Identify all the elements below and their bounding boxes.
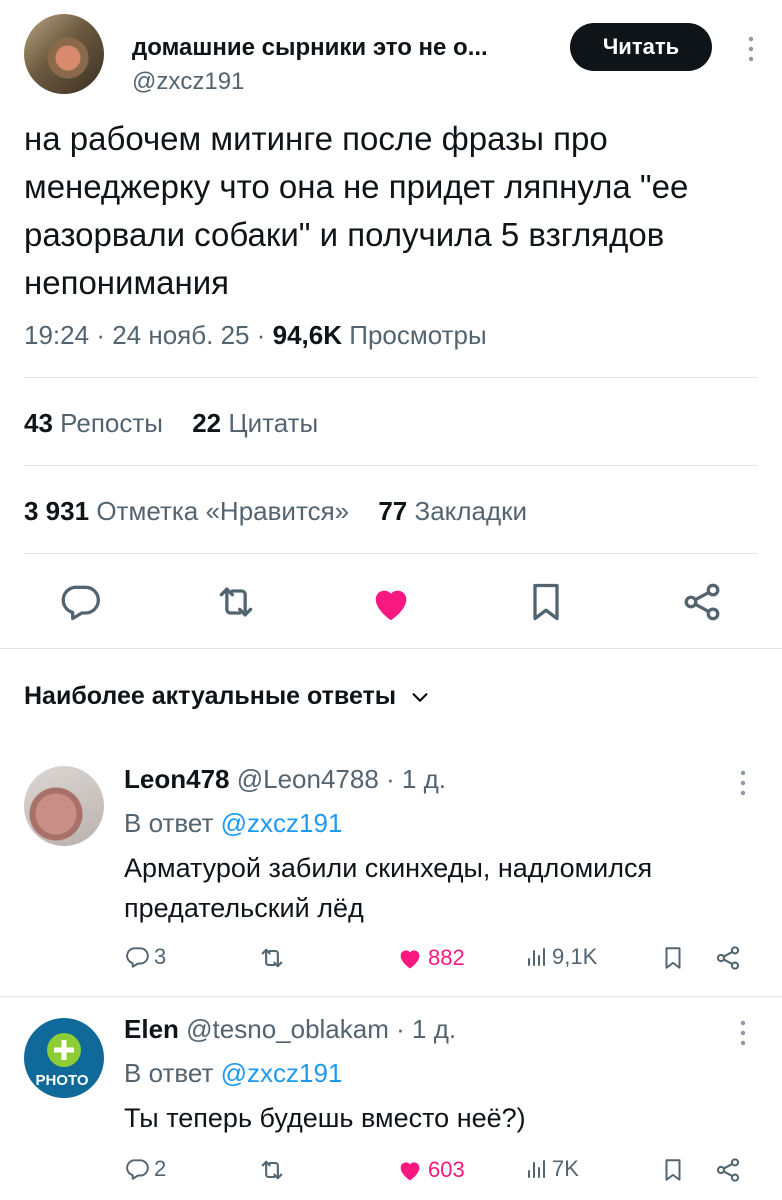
heart-icon[interactable] xyxy=(368,580,414,626)
reposts-label: Репосты xyxy=(60,408,163,438)
reply-icon[interactable] xyxy=(58,580,102,624)
author-handle[interactable]: @zxcz191 xyxy=(132,68,244,96)
share-icon[interactable] xyxy=(680,580,724,624)
views-count: 94,6K xyxy=(272,320,343,350)
reply-header: Elen @tesno_oblakam · 1 д. xyxy=(124,1014,456,1045)
reply-like-button[interactable]: 603 xyxy=(396,1156,465,1184)
quotes-label: Цитаты xyxy=(228,408,319,438)
replies-sort-label: Наиболее актуальные ответы xyxy=(24,682,397,710)
more-options-icon[interactable] xyxy=(736,768,750,798)
reply-reply-button[interactable]: 3 xyxy=(124,944,166,970)
share-icon[interactable] xyxy=(714,1156,742,1184)
more-options-icon[interactable] xyxy=(736,1018,750,1048)
likes-label: Отметка «Нравится» xyxy=(96,496,350,526)
replies-sort-dropdown[interactable]: Наиболее актуальные ответы xyxy=(24,682,431,711)
reply-icon xyxy=(124,944,150,970)
view-count: 7K xyxy=(552,1156,579,1181)
more-options-icon[interactable] xyxy=(744,34,758,64)
heart-icon xyxy=(396,1156,424,1184)
reply-to-handle[interactable]: @zxcz191 xyxy=(221,808,343,838)
meta-dot: · xyxy=(96,320,113,350)
divider xyxy=(24,377,758,378)
reposts-stat[interactable]: 43 Репосты xyxy=(24,408,163,438)
meta-dot: · xyxy=(256,320,273,350)
like-count: 603 xyxy=(428,1157,465,1182)
author-avatar[interactable] xyxy=(24,14,104,94)
bookmarks-count: 77 xyxy=(378,496,408,526)
reposts-count: 43 xyxy=(24,408,53,438)
tweet-text: на рабочем митинге после фразы про менед… xyxy=(24,120,689,301)
likes-count: 3 931 xyxy=(24,496,90,526)
reply-count: 3 xyxy=(154,944,167,969)
reply-retweet-button[interactable] xyxy=(258,944,286,972)
analytics-icon xyxy=(524,944,548,970)
bookmarks-stat[interactable]: 77 Закладки xyxy=(378,496,527,526)
reply-to-label: В ответ xyxy=(124,808,214,838)
avatar-caption: PHOTO xyxy=(35,1072,88,1089)
reply-views-button[interactable]: 9,1K xyxy=(524,944,597,970)
reply-author-name[interactable]: Leon478 xyxy=(124,764,230,794)
reply-author-handle[interactable]: @tesno_oblakam xyxy=(186,1014,389,1044)
views-label: Просмотры xyxy=(349,320,487,350)
view-count: 9,1K xyxy=(552,944,598,969)
stats-row-likes: 3 931 Отметка «Нравится» 77 Закладки xyxy=(24,496,527,527)
bookmark-icon[interactable] xyxy=(660,1156,686,1184)
reply-avatar[interactable]: PHOTO xyxy=(24,1018,104,1098)
retweet-icon xyxy=(258,1156,286,1184)
divider xyxy=(24,465,758,466)
reply-text: Арматурой забили скинхеды, надломился пр… xyxy=(124,853,653,923)
bookmark-icon[interactable] xyxy=(660,944,686,972)
reply-retweet-button[interactable] xyxy=(258,1156,286,1184)
author-name[interactable]: домашние сырники это не о... xyxy=(132,34,488,62)
analytics-icon xyxy=(524,1156,548,1182)
retweet-icon xyxy=(258,944,286,972)
reply-header: Leon478 @Leon4788 · 1 д. xyxy=(124,764,446,795)
reply-count: 2 xyxy=(154,1156,167,1181)
quotes-count: 22 xyxy=(192,408,222,438)
reply-item[interactable]: PHOTO Elen @tesno_oblakam · 1 д. В ответ… xyxy=(0,1000,782,1200)
divider xyxy=(24,553,758,554)
reply-separator xyxy=(0,996,782,997)
reply-author-handle[interactable]: @Leon4788 xyxy=(237,764,379,794)
reply-time: · 1 д. xyxy=(386,764,447,794)
reply-like-button[interactable]: 882 xyxy=(396,944,465,972)
photo-placeholder-icon: PHOTO xyxy=(35,1033,89,1089)
bookmarks-label: Закладки xyxy=(414,496,528,526)
reply-to-handle[interactable]: @zxcz191 xyxy=(221,1058,343,1088)
like-count: 882 xyxy=(428,945,465,970)
reply-author-name[interactable]: Elen xyxy=(124,1014,179,1044)
chevron-down-icon xyxy=(409,686,431,708)
tweet-meta: 19:24 · 24 нояб. 25 · 94,6K Просмотры xyxy=(24,320,487,351)
heart-icon xyxy=(396,944,424,972)
reply-action-bar: 2 603 7K xyxy=(124,1156,754,1188)
stats-row-reposts: 43 Репосты 22 Цитаты xyxy=(24,408,318,439)
bookmark-icon[interactable] xyxy=(524,580,568,624)
share-icon[interactable] xyxy=(714,944,742,972)
likes-stat[interactable]: 3 931 Отметка «Нравится» xyxy=(24,496,349,526)
tweet-time[interactable]: 19:24 xyxy=(24,320,89,350)
reply-to-line: В ответ @zxcz191 xyxy=(124,1058,342,1089)
reply-action-bar: 3 882 9,1K xyxy=(124,944,754,976)
reply-views-button[interactable]: 7K xyxy=(524,1156,579,1182)
reply-time: · 1 д. xyxy=(396,1014,457,1044)
retweet-icon[interactable] xyxy=(214,580,258,624)
tweet-header: домашние сырники это не о... @zxcz191 Чи… xyxy=(24,14,758,96)
section-separator xyxy=(0,648,782,649)
reply-text: Ты теперь будешь вместо неё?) xyxy=(124,1103,526,1133)
reply-avatar[interactable] xyxy=(24,766,104,846)
tweet-action-bar xyxy=(24,580,758,628)
reply-item[interactable]: Leon478 @Leon4788 · 1 д. В ответ @zxcz19… xyxy=(0,750,782,990)
quotes-stat[interactable]: 22 Цитаты xyxy=(192,408,318,438)
reply-to-label: В ответ xyxy=(124,1058,214,1088)
read-button[interactable]: Читать xyxy=(570,23,712,71)
reply-reply-button[interactable]: 2 xyxy=(124,1156,166,1182)
reply-to-line: В ответ @zxcz191 xyxy=(124,808,342,839)
reply-icon xyxy=(124,1156,150,1182)
tweet-date[interactable]: 24 нояб. 25 xyxy=(112,320,249,350)
